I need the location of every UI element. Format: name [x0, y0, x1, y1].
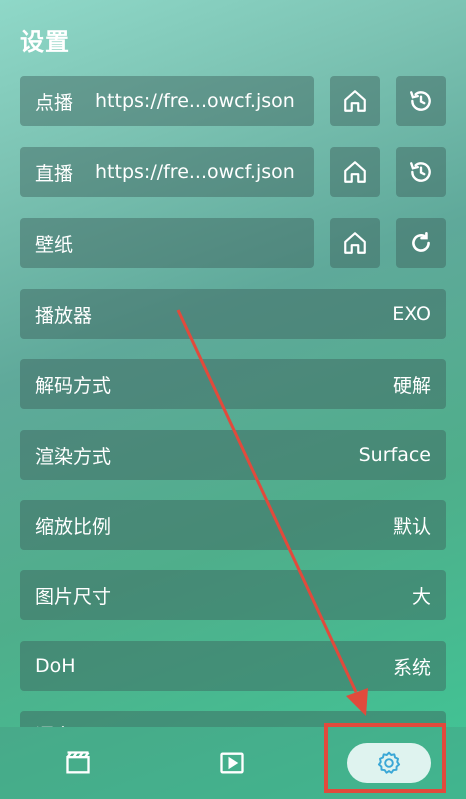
wallpaper-home-button[interactable]: [330, 218, 380, 268]
image-size-row[interactable]: 图片尺寸 大: [20, 570, 446, 620]
scale-label: 缩放比例: [35, 515, 112, 538]
doh-label: DoH: [35, 655, 76, 677]
doh-row[interactable]: DoH 系统: [20, 641, 446, 691]
home-icon: [344, 161, 366, 183]
image-size-value: 大: [411, 585, 431, 608]
nav-live-tab[interactable]: [202, 727, 262, 799]
vod-url: https://fre...owcf.json: [95, 90, 295, 112]
history-icon: [410, 91, 431, 111]
vod-home-button[interactable]: [330, 76, 380, 126]
wallpaper-row[interactable]: 壁纸: [20, 218, 314, 268]
player-value: EXO: [392, 303, 431, 325]
player-label: 播放器: [35, 304, 93, 327]
render-row[interactable]: 渲染方式 Surface: [20, 430, 446, 480]
wallpaper-label: 壁纸: [35, 233, 74, 256]
player-row[interactable]: 播放器 EXO: [20, 289, 446, 339]
live-url: https://fre...owcf.json: [95, 161, 295, 183]
page-title: 设置: [20, 28, 70, 56]
live-source-row[interactable]: 直播 https://fre...owcf.json: [20, 147, 314, 197]
vod-label: 点播: [35, 91, 74, 114]
history-icon: [410, 162, 431, 182]
film-icon: [66, 751, 90, 774]
render-label: 渲染方式: [35, 445, 112, 468]
scale-value: 默认: [392, 515, 431, 538]
refresh-icon: [412, 231, 430, 252]
live-history-button[interactable]: [396, 147, 446, 197]
live-home-button[interactable]: [330, 147, 380, 197]
doh-value: 系统: [392, 656, 431, 679]
image-size-label: 图片尺寸: [35, 585, 112, 608]
play-icon: [220, 752, 244, 774]
settings-gear-icon: [377, 751, 401, 774]
vod-history-button[interactable]: [396, 76, 446, 126]
decode-row[interactable]: 解码方式 硬解: [20, 359, 446, 409]
decode-value: 硬解: [392, 374, 431, 397]
wallpaper-refresh-button[interactable]: [396, 218, 446, 268]
render-value: Surface: [358, 444, 431, 466]
vod-source-row[interactable]: 点播 https://fre...owcf.json: [20, 76, 314, 126]
scale-row[interactable]: 缩放比例 默认: [20, 500, 446, 550]
decode-label: 解码方式: [35, 374, 112, 397]
live-label: 直播: [35, 162, 74, 185]
home-icon: [344, 232, 366, 254]
nav-settings-tab[interactable]: [347, 743, 431, 783]
nav-vod-tab[interactable]: [48, 727, 108, 799]
home-icon: [344, 90, 366, 112]
partial-row[interactable]: 语言: [20, 711, 446, 727]
